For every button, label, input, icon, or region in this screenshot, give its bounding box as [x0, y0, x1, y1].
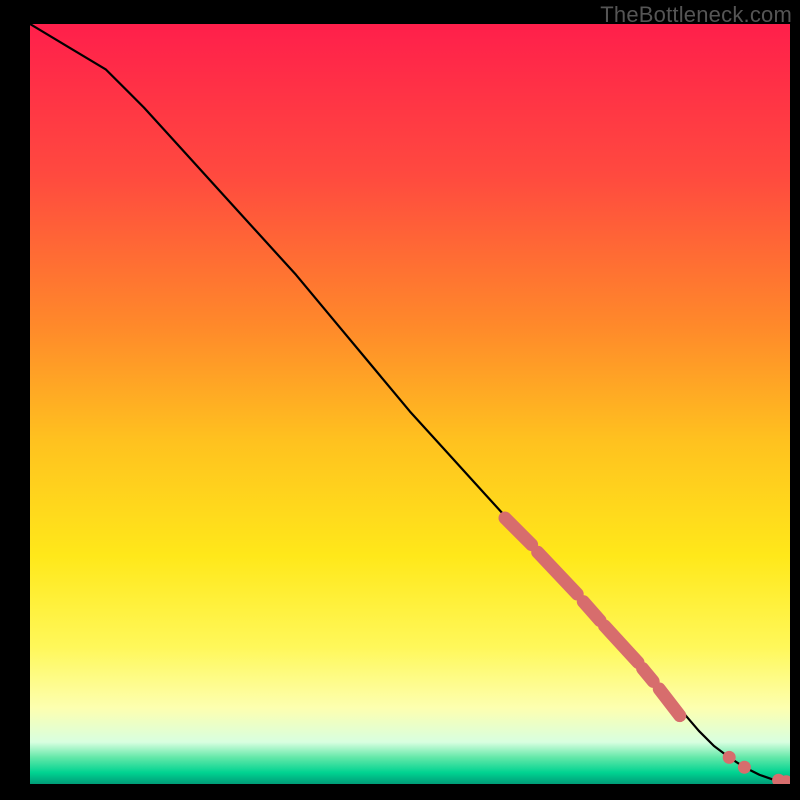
chart-frame: TheBottleneck.com: [0, 0, 800, 800]
curve-marker-point: [723, 751, 736, 764]
plot-background: [30, 24, 790, 784]
bottleneck-chart: [0, 0, 800, 800]
curve-marker-segment: [643, 668, 654, 681]
curve-marker-point: [780, 775, 793, 788]
watermark-text: TheBottleneck.com: [600, 2, 792, 28]
curve-marker-point: [738, 761, 751, 774]
